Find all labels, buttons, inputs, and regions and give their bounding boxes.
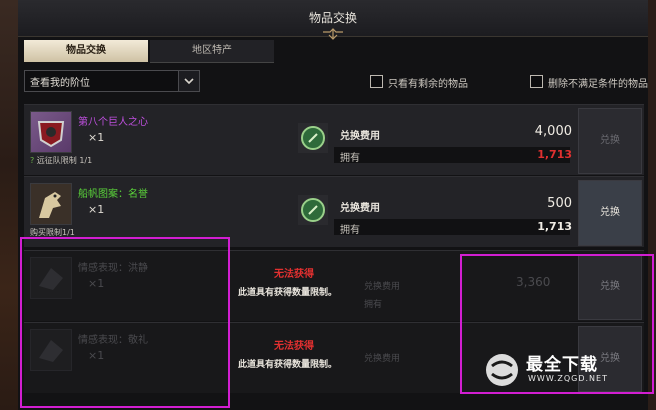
eagle-sail-item-icon (30, 183, 72, 225)
cost-label: 兑换费用 (364, 354, 401, 364)
checkbox-label: 删除不满足条件的物品 (548, 79, 648, 90)
item-name: 船帆图案：名誉 (78, 189, 148, 200)
checkbox-box[interactable] (530, 75, 543, 88)
window-title: 物品交换 (308, 11, 357, 25)
chevron-down-icon[interactable] (178, 71, 199, 91)
own-value: 1,713 (537, 148, 572, 161)
item-limit: ? 远征队限制 1/1 (30, 156, 93, 165)
cost-label: 兑换费用 (364, 282, 401, 292)
own-bar (334, 147, 570, 163)
title-bar: 物品交换 (18, 0, 648, 40)
table-row: 第八个巨人之心 ×1 ? 远征队限制 1/1 兑换费用 4,000 拥有 1,7… (24, 104, 644, 175)
unavailable-title: 无法获得 (274, 341, 314, 352)
rank-filter-select[interactable]: 查看我的阶位 (24, 70, 200, 92)
item-name: 第八个巨人之心 (78, 117, 148, 128)
own-bar (334, 219, 570, 235)
background-left (0, 0, 18, 410)
coin-currency-icon (298, 123, 328, 153)
checkbox-label: 只看有剩余的物品 (388, 79, 468, 90)
coin-currency-icon (298, 195, 328, 225)
checkbox-box[interactable] (370, 75, 383, 88)
exchange-button[interactable]: 兑换 (578, 180, 642, 246)
cost-value: 4,000 (534, 124, 572, 139)
item-quantity: ×1 (88, 203, 105, 216)
unavailable-title: 无法获得 (274, 269, 314, 280)
cost-label: 兑换费用 (340, 203, 380, 214)
highlight-box-items (20, 237, 230, 408)
own-label: 拥有 (340, 225, 360, 236)
zqgd-logo-icon (486, 354, 518, 386)
watermark-logo: 最全下载 WWW.ZQGD.NET (482, 348, 642, 392)
own-value: 1,713 (537, 220, 572, 233)
title-ornament-icon (323, 28, 343, 40)
cost-label: 兑换费用 (340, 131, 380, 142)
watermark-text: 最全下载 (526, 355, 598, 375)
tab-item-exchange[interactable]: 物品交换 (24, 40, 148, 62)
own-label: 拥有 (340, 153, 360, 164)
tab-regional-specialty[interactable]: 地区特产 (150, 40, 274, 63)
cost-value: 500 (547, 196, 572, 211)
item-quantity: ×1 (88, 131, 105, 144)
rank-filter-value: 查看我的阶位 (30, 78, 90, 89)
watermark-url: WWW.ZQGD.NET (528, 374, 608, 383)
exchange-button[interactable]: 兑换 (578, 108, 642, 174)
question-icon: ? (30, 156, 37, 165)
giant-heart-item-icon (30, 111, 72, 153)
unavailable-description: 此道具有获得数量限制。 (238, 288, 338, 298)
own-label: 拥有 (364, 300, 383, 310)
unavailable-description: 此道具有获得数量限制。 (238, 360, 338, 370)
